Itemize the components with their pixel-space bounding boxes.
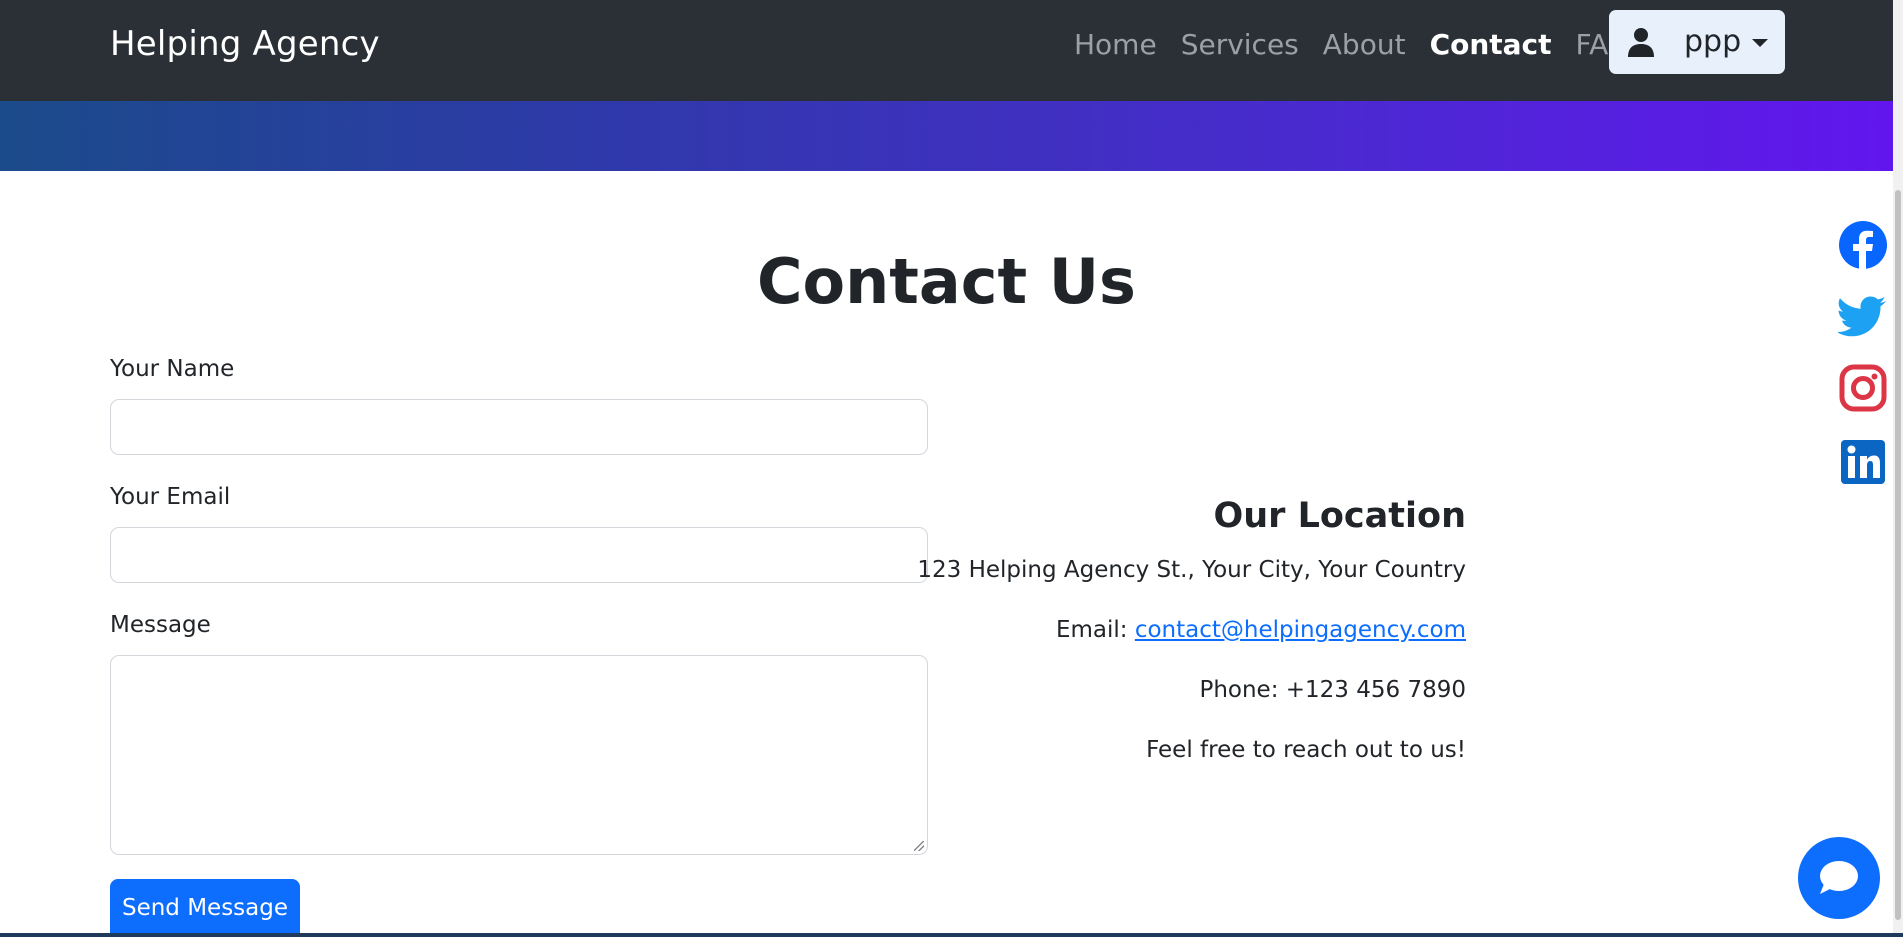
- chevron-down-icon: [1752, 39, 1768, 47]
- email-prefix: Email:: [1055, 617, 1135, 643]
- user-dropdown[interactable]: ppp: [1609, 10, 1785, 74]
- chat-button[interactable]: [1798, 837, 1880, 919]
- nav-links: Home Services About Contact FAQs: [1074, 27, 1668, 63]
- user-name: ppp: [1684, 24, 1742, 59]
- nav-contact[interactable]: Contact: [1430, 27, 1552, 63]
- nav-about[interactable]: About: [1323, 27, 1406, 63]
- name-label: Your Name: [110, 356, 235, 382]
- email-input[interactable]: [110, 527, 928, 583]
- page-title: Contact Us: [757, 245, 1136, 318]
- resize-handle[interactable]: [914, 841, 924, 851]
- footer-edge: [0, 933, 1903, 937]
- nav-services[interactable]: Services: [1181, 27, 1299, 63]
- location-address: 123 Helping Agency St., Your City, Your …: [917, 557, 1466, 583]
- linkedin-icon[interactable]: [1838, 437, 1888, 487]
- send-message-button[interactable]: Send Message: [110, 879, 300, 937]
- hero-banner: [0, 101, 1893, 171]
- location-email: Email: contact@helpingagency.com: [1056, 617, 1466, 643]
- location-title: Our Location: [1213, 496, 1466, 536]
- facebook-icon[interactable]: [1838, 220, 1888, 270]
- location-note: Feel free to reach out to us!: [1146, 737, 1466, 763]
- nav-home[interactable]: Home: [1074, 27, 1157, 63]
- email-label: Your Email: [110, 484, 231, 510]
- name-input[interactable]: [110, 399, 928, 455]
- scrollbar-thumb[interactable]: [1895, 190, 1901, 920]
- email-link[interactable]: contact@helpingagency.com: [1135, 617, 1466, 643]
- instagram-icon[interactable]: [1838, 363, 1888, 413]
- navbar: Helping Agency Home Services About Conta…: [0, 0, 1893, 101]
- message-label: Message: [110, 612, 211, 638]
- message-textarea[interactable]: [110, 655, 928, 855]
- chat-bubble-icon: [1820, 861, 1858, 894]
- location-phone: Phone: +123 456 7890: [1199, 677, 1466, 703]
- user-icon: [1628, 28, 1654, 57]
- brand-logo[interactable]: Helping Agency: [110, 24, 380, 64]
- twitter-icon[interactable]: [1838, 290, 1888, 340]
